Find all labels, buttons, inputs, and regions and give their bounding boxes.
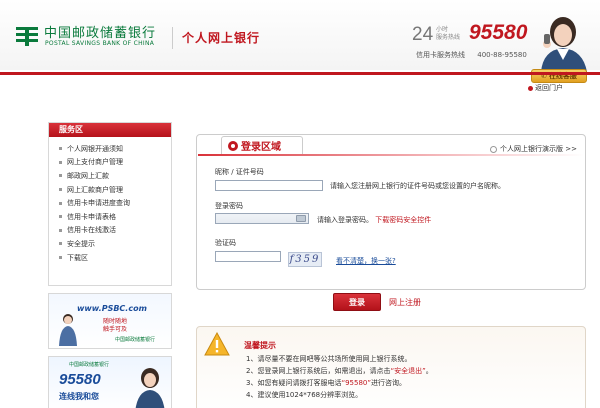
card-hotline-number: 400-88-95580	[477, 51, 527, 59]
sidebar-item-label: 信用卡申请表格	[67, 212, 116, 221]
bullet-icon	[59, 188, 62, 192]
card-hotline-label: 信用卡服务热线	[416, 51, 465, 59]
hotline-caption-service: 服务热线	[436, 34, 461, 41]
bullet-icon	[59, 174, 62, 178]
service-agent-image	[541, 17, 587, 72]
captcha-input[interactable]	[215, 251, 281, 262]
sidebar-item-card-progress[interactable]: 信用卡申请进度查询	[59, 196, 171, 210]
bullet-icon	[59, 242, 62, 246]
psbc-website-banner[interactable]: www.PSBC.com 随时随地 触手可及 中国邮政储蓄银行	[48, 293, 172, 349]
sidebar-list: 个人网银开通须知 网上支付商户管理 邮政网上汇款 网上汇款商户管理 信用卡申请进…	[49, 137, 171, 264]
tip-text-end: 进行咨询。	[371, 379, 406, 387]
sidebar-title: 服务区	[49, 123, 171, 137]
header: 中国邮政储蓄银行 POSTAL SAVINGS BANK OF CHINA 个人…	[0, 0, 600, 72]
captcha-refresh-link[interactable]: 看不清楚，换一张?	[336, 256, 396, 266]
password-label: 登录密码	[215, 202, 243, 210]
hotline-number: 95580	[469, 21, 528, 44]
captcha-label: 验证码	[215, 239, 236, 247]
banner-slogan-line-1: 随时随地	[103, 318, 128, 325]
bullet-icon	[59, 160, 62, 164]
login-tab: 登录区域	[221, 136, 303, 154]
return-portal-link[interactable]: 返回门户	[528, 83, 563, 93]
password-input[interactable]	[215, 213, 309, 224]
hotline-banner[interactable]: 中国邮政储蓄银行 95580 连线我和您	[48, 356, 172, 408]
sidebar-item-remit-merchant[interactable]: 网上汇款商户管理	[59, 183, 171, 197]
sidebar-item-card-activate[interactable]: 信用卡在线激活	[59, 224, 171, 238]
hotline-caption-hours: 小时	[436, 26, 449, 33]
tip-highlight: “95580”	[341, 379, 371, 387]
sidebar-item-label: 网上汇款商户管理	[67, 185, 123, 194]
tip-text: 3、如您有疑问请拨打客服电话	[246, 379, 342, 387]
tips-title: 温馨提示	[244, 341, 276, 350]
bullet-icon	[59, 215, 62, 219]
banner-slogan: 随时随地 触手可及	[103, 318, 127, 334]
password-hint: 请输入登录密码。 下载密码安全控件	[317, 215, 431, 225]
banner-bank-name: 中国邮政储蓄银行	[69, 362, 110, 368]
card-hotline: 信用卡服务热线 400-88-95580	[416, 50, 527, 60]
bullet-icon	[59, 228, 62, 232]
login-tab-underline	[198, 154, 584, 156]
sidebar-item-label: 邮政网上汇款	[67, 171, 109, 180]
demo-icon	[490, 145, 497, 153]
sidebar-item-security-tips[interactable]: 安全提示	[59, 237, 171, 251]
banner-slogan-line-2: 触手可及	[103, 326, 128, 333]
bullet-icon	[59, 201, 62, 205]
tip-line-3: 3、如您有疑问请拨打客服电话“95580”进行咨询。	[246, 378, 406, 388]
header-divider	[172, 27, 173, 49]
sidebar-item-label: 网上支付商户管理	[67, 158, 123, 167]
account-input[interactable]	[215, 180, 323, 191]
sidebar-item-label: 信用卡申请进度查询	[67, 199, 130, 208]
psbc-logo-icon	[16, 27, 38, 46]
banner-bank-name: 中国邮政储蓄银行	[115, 337, 156, 343]
demo-link-label: 个人网上银行演示版 >>	[500, 145, 577, 153]
register-link[interactable]: 网上注册	[389, 297, 421, 308]
bullet-icon	[59, 256, 62, 260]
header-red-bar	[0, 72, 600, 75]
banner-site: www.PSBC.com	[77, 304, 147, 313]
sidebar-item-remittance[interactable]: 邮政网上汇款	[59, 169, 171, 183]
banner-person-image	[59, 314, 77, 346]
tip-text: 1、请尽量不要在网吧等公共场所使用网上银行系统。	[246, 355, 412, 363]
login-area-icon	[228, 140, 238, 151]
bullet-icon	[59, 147, 62, 151]
sidebar-item-label: 信用卡在线激活	[67, 226, 116, 235]
account-hint: 请输入您注册网上银行的证件号码或您设置的户名昵称。	[330, 182, 505, 190]
service-sidebar: 服务区 个人网银开通须知 网上支付商户管理 邮政网上汇款 网上汇款商户管理 信用…	[48, 122, 172, 286]
demo-version-link[interactable]: 个人网上银行演示版 >>	[490, 144, 577, 154]
tip-text: 4、建议使用1024*768分辨率浏览。	[246, 391, 363, 399]
sidebar-item-download[interactable]: 下载区	[59, 251, 171, 265]
sidebar-item-label: 安全提示	[67, 239, 95, 248]
hotline-caption: 小时 服务热线	[436, 26, 460, 42]
login-button[interactable]: 登录	[333, 293, 381, 311]
download-security-control-link[interactable]: 下载密码安全控件	[375, 216, 431, 224]
captcha-image[interactable]: f359	[288, 252, 322, 267]
hotline-24: 24	[412, 24, 434, 45]
tip-line-4: 4、建议使用1024*768分辨率浏览。	[246, 390, 362, 400]
banner-agent-image	[135, 368, 165, 408]
account-label: 昵称 / 证件号码	[215, 168, 264, 176]
keyboard-icon[interactable]	[296, 215, 306, 222]
tip-line-2: 2、您登录网上银行系统后，如需退出，请点击“安全退出”。	[246, 366, 433, 376]
sidebar-item-card-form[interactable]: 信用卡申请表格	[59, 210, 171, 224]
sidebar-item-label: 个人网银开通须知	[67, 144, 123, 153]
home-icon	[528, 85, 533, 91]
sidebar-item-merchant-pay[interactable]: 网上支付商户管理	[59, 156, 171, 170]
tip-line-1: 1、请尽量不要在网吧等公共场所使用网上银行系统。	[246, 354, 411, 364]
sidebar-item-open-guide[interactable]: 个人网银开通须知	[59, 142, 171, 156]
banner-hotline-number: 95580	[59, 371, 101, 388]
logo-chinese-name: 中国邮政储蓄银行	[44, 26, 157, 41]
sidebar-item-label: 下载区	[67, 253, 88, 262]
tip-text-end: 。	[425, 367, 433, 375]
return-portal-label: 返回门户	[535, 84, 563, 92]
login-panel	[196, 134, 586, 290]
tip-text: 2、您登录网上银行系统后，如需退出，请点击	[246, 367, 391, 375]
warning-icon	[204, 332, 230, 356]
logo-english-name: POSTAL SAVINGS BANK OF CHINA	[45, 40, 155, 47]
password-hint-text: 请输入登录密码。	[317, 216, 373, 224]
login-tab-title: 登录区域	[241, 142, 281, 153]
banner-slogan: 连线我和您	[59, 392, 99, 401]
page-title: 个人网上银行	[182, 31, 261, 45]
tip-highlight: “安全退出”	[390, 367, 426, 375]
